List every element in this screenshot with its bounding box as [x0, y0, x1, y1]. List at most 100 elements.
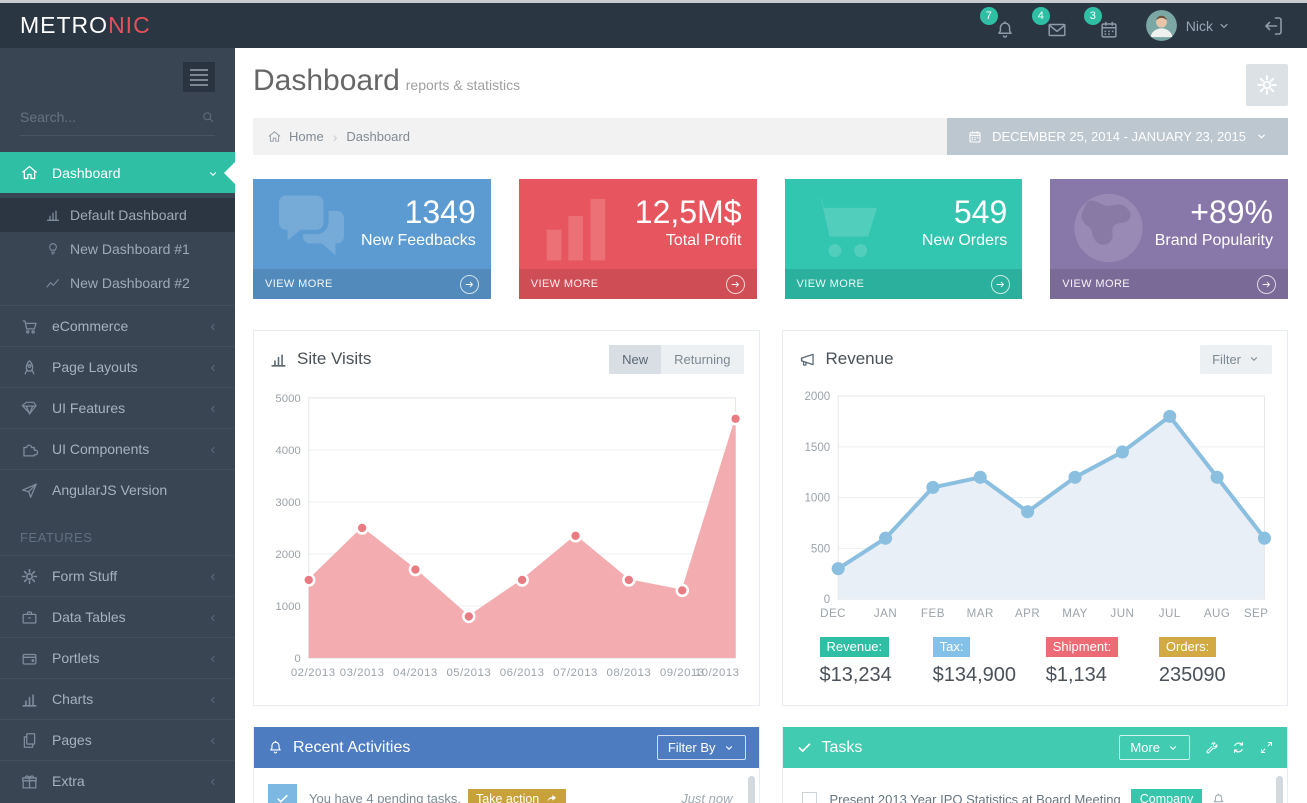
activity-item: You have 4 pending tasks.Take actionJust… — [268, 777, 733, 803]
stat-card-new-orders[interactable]: 549 New Orders VIEW MORE — [785, 179, 1023, 299]
bell-button[interactable]: 7 — [986, 11, 1016, 41]
scrollbar-thumb[interactable] — [1276, 776, 1283, 803]
sidebar-item-label: eCommerce — [52, 318, 128, 334]
task-badge[interactable]: Company — [1131, 789, 1203, 803]
sidebar-item-extra[interactable]: Extra — [0, 760, 235, 801]
search-icon[interactable] — [201, 108, 215, 126]
sidebar-item-dashboard[interactable]: Dashboard — [0, 152, 235, 193]
tasks-tools: More — [1119, 735, 1274, 760]
svg-text:DEC: DEC — [820, 608, 846, 620]
arrow-right-circle-icon — [726, 275, 745, 294]
site-visits-chart: 01000200030004000500002/201303/201304/20… — [269, 386, 744, 686]
sidebar-item-label: AngularJS Version — [52, 482, 167, 498]
arrow-right-circle-icon — [1257, 275, 1276, 294]
svg-text:JUL: JUL — [1158, 608, 1180, 620]
chevron-down-icon — [1255, 130, 1268, 143]
chart-bar-icon — [45, 207, 61, 223]
sidebar-item-ui-components[interactable]: UI Components — [0, 428, 235, 469]
breadcrumb-item-dashboard[interactable]: Dashboard — [346, 129, 410, 144]
task-checkbox[interactable] — [802, 792, 817, 803]
sidebar-item-label: Dashboard — [52, 165, 121, 181]
page-header: Dashboardreports & statistics — [253, 64, 1288, 118]
svg-text:5000: 5000 — [275, 393, 300, 405]
home-icon — [20, 163, 39, 182]
revenue-stat-tax: Tax: $134,900 — [933, 637, 1046, 687]
sidebar-item-data-tables[interactable]: Data Tables — [0, 596, 235, 637]
task-item: Present 2013 Year IPO Statistics at Boar… — [797, 777, 1262, 803]
sidebar-submenu: Default Dashboard New Dashboard #1 New D… — [0, 193, 235, 305]
envelope-button[interactable]: 4 — [1038, 11, 1068, 41]
take-action-button[interactable]: Take action — [468, 789, 566, 803]
filter-by-button[interactable]: Filter By — [657, 735, 746, 760]
search-input[interactable] — [20, 109, 201, 125]
topbar-actions: 7 4 3 Nick — [964, 10, 1307, 41]
view-more-button[interactable]: VIEW MORE — [519, 269, 757, 299]
chevron-down-icon — [1217, 19, 1231, 33]
view-more-button[interactable]: VIEW MORE — [253, 269, 491, 299]
revenue-filter-button[interactable]: Filter — [1200, 345, 1272, 374]
stat-card-new-feedbacks[interactable]: 1349 New Feedbacks VIEW MORE — [253, 179, 491, 299]
sidebar-item-portlets[interactable]: Portlets — [0, 637, 235, 678]
sidebar-item-ui-features[interactable]: UI Features — [0, 387, 235, 428]
sidebar-item-ecommerce[interactable]: eCommerce — [0, 305, 235, 346]
svg-text:1500: 1500 — [804, 442, 830, 454]
svg-text:APR: APR — [1014, 608, 1039, 620]
chart-bar-icon — [20, 690, 39, 709]
settings-button[interactable] — [1246, 64, 1288, 106]
sidebar-item-label: UI Features — [52, 400, 125, 416]
user-menu[interactable]: Nick — [1146, 10, 1231, 41]
wrench-icon[interactable] — [1203, 740, 1218, 755]
site-visits-header: Site Visits NewReturning — [269, 342, 744, 376]
page-subtitle: reports & statistics — [406, 77, 520, 93]
tab-new[interactable]: New — [609, 345, 661, 374]
avatar — [1146, 10, 1177, 41]
scrollbar-thumb[interactable] — [748, 776, 755, 803]
tab-returning[interactable]: Returning — [661, 345, 743, 374]
sidebar-subitem-label: New Dashboard #1 — [70, 241, 190, 257]
view-more-button[interactable]: VIEW MORE — [1050, 269, 1288, 299]
bottom-row: Recent Activities Filter By You have 4 p… — [253, 727, 1288, 803]
sidebar-item-label: Data Tables — [52, 609, 126, 625]
view-more-button[interactable]: VIEW MORE — [785, 269, 1023, 299]
sidebar-item-angularjs-version[interactable]: AngularJS Version — [0, 469, 235, 510]
line-chart-icon — [45, 275, 61, 291]
sidebar-item-default-dashboard[interactable]: Default Dashboard — [0, 198, 235, 232]
expand-icon[interactable] — [1259, 740, 1274, 755]
app-logo[interactable]: METRONIC — [0, 12, 235, 39]
svg-text:MAY: MAY — [1062, 608, 1088, 620]
svg-text:06/2013: 06/2013 — [500, 667, 545, 679]
sidebar-item-new-dashboard-1[interactable]: New Dashboard #1 — [0, 232, 235, 266]
sidebar-item-page-layouts[interactable]: Page Layouts — [0, 346, 235, 387]
tasks-title: Tasks — [796, 739, 863, 757]
calendar-check-button[interactable]: 3 — [1090, 11, 1120, 41]
sidebar-item-charts[interactable]: Charts — [0, 678, 235, 719]
stat-card-brand-popularity[interactable]: +89% Brand Popularity VIEW MORE — [1050, 179, 1288, 299]
refresh-icon[interactable] — [1231, 740, 1246, 755]
breadcrumb-item-home[interactable]: Home — [289, 129, 324, 144]
sidebar-item-label: Form Stuff — [52, 568, 117, 584]
sidebar-toggle-button[interactable] — [183, 62, 215, 92]
breadcrumb-separator: › — [333, 129, 338, 145]
rocket-icon — [20, 358, 39, 377]
svg-text:500: 500 — [810, 543, 829, 555]
bar-chart-icon — [269, 350, 288, 369]
bell-icon — [994, 19, 1016, 41]
sidebar-item-label: UI Components — [52, 441, 149, 457]
chevron-left-icon — [207, 361, 219, 373]
more-button[interactable]: More — [1119, 735, 1190, 760]
chevron-down-icon — [723, 742, 735, 754]
logout-icon[interactable] — [1261, 14, 1285, 38]
stat-badge: Revenue: — [820, 637, 890, 657]
sidebar-item-new-dashboard-2[interactable]: New Dashboard #2 — [0, 266, 235, 300]
home-icon — [267, 129, 282, 144]
revenue-stat-shipment: Shipment: $1,134 — [1046, 637, 1159, 687]
date-range-picker[interactable]: DECEMBER 25, 2014 - JANUARY 23, 2015 — [947, 118, 1288, 155]
stat-badge: Orders: — [1159, 637, 1216, 657]
sidebar-item-form-stuff[interactable]: Form Stuff — [0, 555, 235, 596]
sidebar-section-features: FEATURES — [0, 510, 235, 555]
stat-card-total-profit[interactable]: 12,5M$ Total Profit VIEW MORE — [519, 179, 757, 299]
stat-value: $1,134 — [1046, 664, 1159, 687]
chevron-left-icon — [207, 693, 219, 705]
sidebar-item-pages[interactable]: Pages — [0, 719, 235, 760]
chevron-left-icon — [207, 611, 219, 623]
